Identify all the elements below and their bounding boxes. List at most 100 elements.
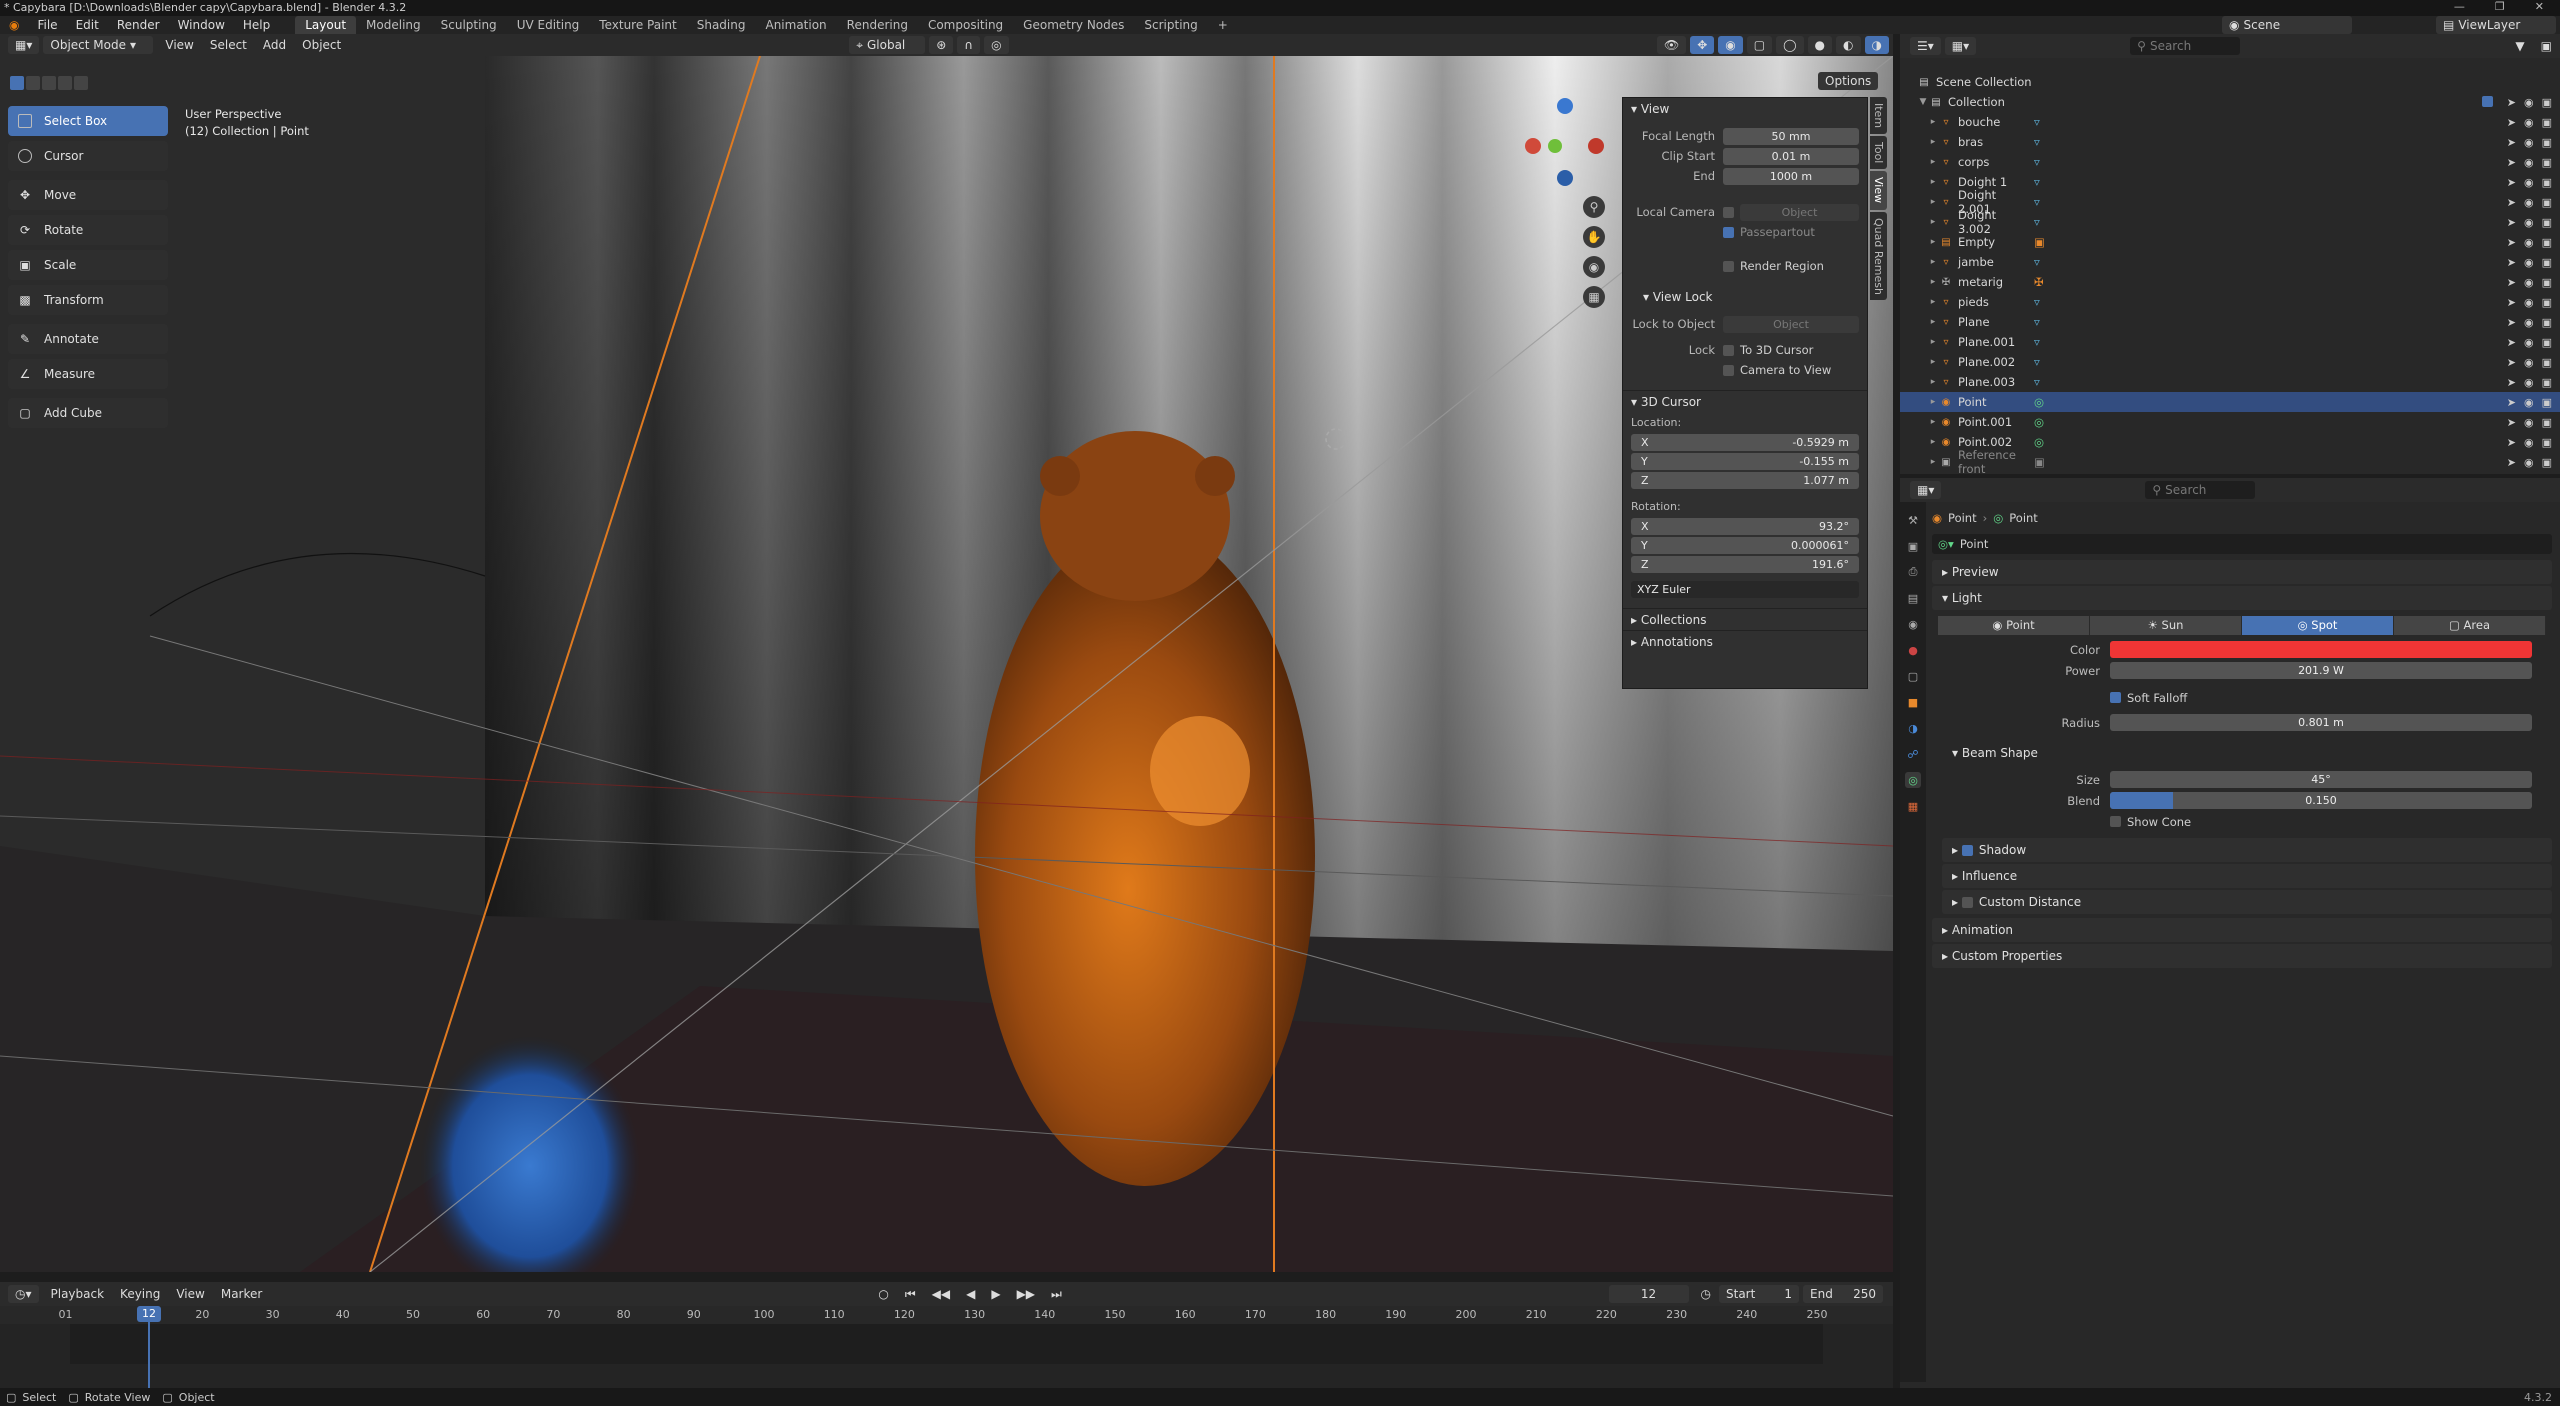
spot-size-field[interactable]: 45° — [2110, 771, 2532, 788]
pan-hand-icon[interactable]: ✋ — [1583, 226, 1605, 248]
next-keyframe-icon[interactable]: ▶▶ — [1009, 1287, 1043, 1301]
tool-tab-icon[interactable]: ⚒ — [1905, 512, 1921, 528]
wireframe-shading-icon[interactable]: ◯ — [1776, 36, 1804, 54]
menu-timeline-view[interactable]: View — [168, 1287, 212, 1301]
add-workspace-icon[interactable]: + — [1208, 16, 1238, 34]
outliner-row[interactable]: ▸ ▿ Plane ▿ ➤ ◉ ▣ — [1900, 312, 2560, 332]
constraints-tab-icon[interactable]: ☍ — [1905, 746, 1921, 762]
radius-field[interactable]: 0.801 m — [2110, 714, 2532, 731]
view-section-header[interactable]: ▾ View — [1623, 98, 1867, 120]
annotations-section-header[interactable]: ▸ Annotations — [1623, 630, 1867, 652]
chevron-right-icon[interactable]: ▸ — [1926, 377, 1940, 387]
minimize-icon[interactable]: — — [2454, 0, 2465, 16]
chevron-right-icon[interactable]: ▸ — [1926, 237, 1940, 247]
eye-icon[interactable]: ◉ — [2524, 436, 2534, 449]
select-arrow-icon[interactable]: ➤ — [2507, 336, 2516, 349]
chevron-right-icon[interactable]: ▸ — [1926, 137, 1940, 147]
outliner-row[interactable]: ▸ ▿ Plane.001 ▿ ➤ ◉ ▣ — [1900, 332, 2560, 352]
collection-row[interactable]: ▼ ▤ Collection ➤ ◉ ▣ — [1900, 92, 2560, 112]
end-frame-field[interactable]: End 250 — [1803, 1285, 1883, 1303]
outliner-row[interactable]: ▸ ▿ Doight 3.002 ▿ ➤ ◉ ▣ — [1900, 208, 2560, 236]
tool-transform[interactable]: ▩ Transform — [8, 285, 168, 315]
select-arrow-icon[interactable]: ➤ — [2507, 396, 2516, 409]
menu-playback[interactable]: Playback — [43, 1287, 113, 1301]
camera-icon[interactable]: ▣ — [2542, 96, 2552, 109]
tab-animation[interactable]: Animation — [755, 16, 836, 34]
timeline-track-area[interactable] — [70, 1324, 1823, 1364]
solid-shading-icon[interactable]: ● — [1807, 36, 1833, 54]
camera-icon[interactable]: ▣ — [2542, 296, 2552, 309]
custom-distance-section[interactable]: ▸ Custom Distance — [1942, 890, 2552, 914]
menu-keying[interactable]: Keying — [112, 1287, 168, 1301]
menu-file[interactable]: File — [28, 16, 66, 34]
eye-icon[interactable]: ◉ — [2524, 316, 2534, 329]
eye-icon[interactable]: ◉ — [2524, 416, 2534, 429]
mode-dropdown[interactable]: Object Mode ▾ — [43, 36, 154, 54]
visibility-icon[interactable]: 👁 — [1656, 36, 1687, 54]
jump-end-icon[interactable]: ⏭ — [1043, 1287, 1070, 1302]
3d-viewport[interactable]: User Perspective (12) Collection | Point… — [0, 56, 1893, 1272]
orientation-dropdown[interactable]: ⌖ Global — [849, 36, 926, 54]
current-frame-field[interactable]: 12 — [1608, 1285, 1689, 1303]
local-camera-field[interactable]: Object — [1740, 203, 1859, 221]
camera-view-icon[interactable]: ◉ — [1583, 256, 1605, 278]
eye-icon[interactable]: ◉ — [2524, 356, 2534, 369]
chevron-right-icon[interactable]: ▸ — [1926, 157, 1940, 167]
camera-icon[interactable]: ▣ — [2542, 396, 2552, 409]
camera-icon[interactable]: ▣ — [2542, 356, 2552, 369]
eye-icon[interactable]: ◉ — [2524, 136, 2534, 149]
camera-icon[interactable]: ▣ — [2542, 336, 2552, 349]
tab-compositing[interactable]: Compositing — [918, 16, 1013, 34]
chevron-right-icon[interactable]: ▸ — [1926, 177, 1940, 187]
eye-icon[interactable]: ◉ — [2524, 236, 2534, 249]
select-arrow-icon[interactable]: ➤ — [2507, 156, 2516, 169]
chevron-right-icon[interactable]: ▸ — [1926, 437, 1940, 447]
outliner-row[interactable]: ▸ ▿ Plane.003 ▿ ➤ ◉ ▣ — [1900, 372, 2560, 392]
chevron-right-icon[interactable]: ▸ — [1926, 397, 1940, 407]
properties-search-input[interactable]: ⚲ Search — [2145, 481, 2256, 499]
light-type-sun[interactable]: ☀ Sun — [2090, 616, 2242, 635]
select-arrow-icon[interactable]: ➤ — [2507, 196, 2516, 209]
eye-icon[interactable]: ◉ — [2524, 296, 2534, 309]
stopwatch-icon[interactable]: ◷ — [1693, 1287, 1719, 1301]
menu-view[interactable]: View — [157, 38, 201, 52]
eye-icon[interactable]: ◉ — [2524, 276, 2534, 289]
grid-view-icon[interactable]: ▦ — [1583, 286, 1605, 308]
select-subtract-icon[interactable] — [42, 76, 56, 90]
select-intersect-icon[interactable] — [74, 76, 88, 90]
select-arrow-icon[interactable]: ➤ — [2507, 436, 2516, 449]
chevron-right-icon[interactable]: ▸ — [1926, 297, 1940, 307]
chevron-right-icon[interactable]: ▸ — [1926, 257, 1940, 267]
select-arrow-icon[interactable]: ➤ — [2507, 256, 2516, 269]
zoom-icon[interactable]: ⚲ — [1583, 196, 1605, 218]
scene-tab-icon[interactable]: ◉ — [1905, 616, 1921, 632]
outliner-row[interactable]: ▸ ▿ bras ▿ ➤ ◉ ▣ — [1900, 132, 2560, 152]
eye-icon[interactable]: ◉ — [2524, 396, 2534, 409]
cursor-rot-y[interactable]: Y 0.000061° — [1631, 537, 1859, 554]
outliner-editor-type-icon[interactable]: ☰▾ — [1910, 37, 1941, 55]
play-reverse-icon[interactable]: ◀ — [958, 1287, 983, 1301]
prev-keyframe-icon[interactable]: ◀◀ — [924, 1287, 958, 1301]
light-type-area[interactable]: ▢ Area — [2394, 616, 2546, 635]
chevron-right-icon[interactable]: ▸ — [1926, 337, 1940, 347]
eye-icon[interactable]: ◉ — [2524, 376, 2534, 389]
select-arrow-icon[interactable]: ➤ — [2507, 416, 2516, 429]
tab-geometry-nodes[interactable]: Geometry Nodes — [1013, 16, 1134, 34]
outliner-row[interactable]: ▸ ✠ metarig ✠ ➤ ◉ ▣ — [1900, 272, 2560, 292]
custom-distance-checkbox[interactable] — [1961, 897, 1973, 908]
camera-icon[interactable]: ▣ — [2542, 456, 2552, 469]
beam-shape-section[interactable]: ▾ Beam Shape — [1942, 741, 2552, 765]
tab-item[interactable]: Item — [1870, 97, 1887, 135]
record-icon[interactable]: ○ — [870, 1287, 896, 1301]
tool-select-box[interactable]: Select Box — [8, 106, 168, 136]
menu-help[interactable]: Help — [234, 16, 279, 34]
view-layer-tab-icon[interactable]: ▤ — [1905, 590, 1921, 606]
new-collection-icon[interactable]: ▣ — [2533, 39, 2560, 53]
scene-selector[interactable]: ◉ Scene — [2222, 16, 2352, 34]
camera-icon[interactable]: ▣ — [2542, 216, 2552, 229]
outliner-row[interactable]: ▸ ▿ Plane.002 ▿ ➤ ◉ ▣ — [1900, 352, 2560, 372]
chevron-right-icon[interactable]: ▸ — [1926, 277, 1940, 287]
playhead[interactable]: 12 — [137, 1306, 161, 1322]
menu-window[interactable]: Window — [169, 16, 234, 34]
select-arrow-icon[interactable]: ➤ — [2507, 236, 2516, 249]
